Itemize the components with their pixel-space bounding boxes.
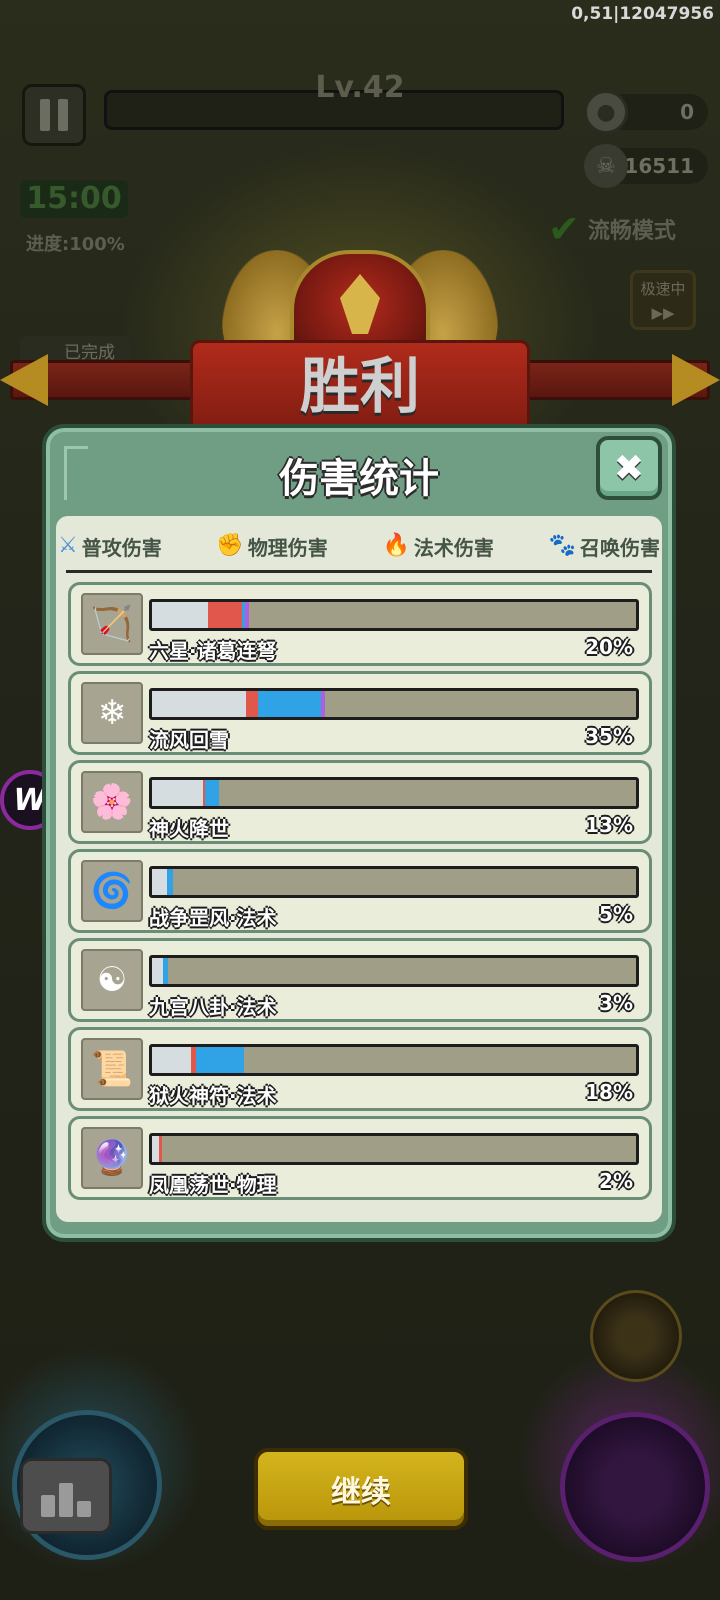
damage-row: 📜 狱火神符·法术 18% [68,1027,652,1111]
bagua-icon: ☯ [81,949,143,1011]
paw-icon: 🐾 [548,533,576,558]
whirlwind-icon: 🌀 [81,860,143,922]
damage-segment-spell [204,780,220,806]
damage-segment-spell [195,1047,244,1073]
progress-text: 进度:100% [26,234,125,255]
debug-info: 0,51|12047956 [571,4,714,24]
phoenix-icon: 🔮 [81,1127,143,1189]
damage-segment-physical [159,1136,163,1162]
damage-stats-panel: 伤害统计 ✖ ⚔ 普攻伤害 ✊ 物理伤害 🔥 法术伤害 🐾 召唤伤害 🏹 六星·… [42,424,676,1242]
victory-banner: 胜利 [190,340,530,430]
victory-title: 胜利 [300,352,420,422]
damage-bar [149,866,639,898]
item-name: 流风回雪 [149,728,229,752]
fast-forward-icon: ▶▶ [651,304,675,322]
damage-bar [149,1133,639,1165]
damage-bar [149,688,639,720]
item-name: 凤凰荡世·物理 [149,1173,277,1197]
talisman-icon: 📜 [81,1038,143,1100]
item-percent: 2% [599,1169,633,1193]
fist-icon: ✊ [216,533,244,558]
tab-normal-attack[interactable]: ⚔ 普攻伤害 [58,532,162,561]
damage-segment-light [152,869,168,895]
damage-segment-summon [245,602,250,628]
damage-row: ❄ 流风回雪 35% [68,671,652,755]
damage-segment-light [152,691,247,717]
damage-row: ☯ 九宫八卦·法术 3% [68,938,652,1022]
close-button[interactable]: ✖ [596,436,662,500]
flame-icon: 🔥 [382,533,410,558]
damage-segment-light [152,602,208,628]
hex-skill-icon [590,1290,682,1382]
item-percent: 13% [585,813,633,837]
podium-icon [41,1495,55,1517]
damage-row: 🏹 六星·诸葛连弩 20% [68,582,652,666]
tab-physical[interactable]: ✊ 物理伤害 [216,532,327,561]
kill-counter: ☠ 16511 [584,144,708,188]
damage-bar [149,599,639,631]
item-percent: 5% [599,902,633,926]
kill-value: 16511 [624,154,694,178]
smooth-mode-label: 流畅模式 [587,219,676,244]
damage-list: 🏹 六星·诸葛连弩 20% ❄ 流风回雪 35% 🌸 神火降世 13% 🌀 战争… [68,582,652,1205]
item-percent: 18% [585,1080,633,1104]
tab-summon[interactable]: 🐾 召唤伤害 [549,532,660,561]
tab-label: 物理伤害 [247,535,328,560]
item-name: 九宫八卦·法术 [149,995,277,1019]
damage-segment-spell [162,958,169,984]
damage-row: 🔮 凤凰荡世·物理 2% [68,1116,652,1200]
item-percent: 3% [599,991,633,1015]
divider [66,570,652,573]
damage-segment-physical [207,602,242,628]
coin-counter: ● 0 [584,90,708,134]
smooth-mode-toggle[interactable]: ✔ 流畅模式 [548,210,676,248]
fire-lotus-icon: 🌸 [81,771,143,833]
damage-bar [149,955,639,987]
panel-content: ⚔ 普攻伤害 ✊ 物理伤害 🔥 法术伤害 🐾 召唤伤害 🏹 六星·诸葛连弩 20… [56,516,662,1222]
skill-orb-right [560,1412,710,1562]
damage-segment-physical [246,691,259,717]
item-name: 六星·诸葛连弩 [149,639,277,663]
coin-value: 0 [680,100,694,124]
stage-timer: 15:00 [20,180,128,218]
item-percent: 20% [585,635,633,659]
damage-row: 🌸 神火降世 13% [68,760,652,844]
tab-label: 召唤伤害 [579,535,660,560]
panel-title: 伤害统计 [279,456,439,502]
tab-label: 法术伤害 [413,535,494,560]
item-name: 狱火神符·法术 [149,1084,277,1108]
sword-icon: ⚔ [58,533,78,558]
damage-bar [149,1044,639,1076]
speed-button[interactable]: 极速中 ▶▶ [630,270,696,330]
damage-segment-spell [167,869,174,895]
damage-segment-light [152,1047,191,1073]
damage-segment-light [152,1136,160,1162]
item-name: 神火降世 [149,817,229,841]
tab-label: 普攻伤害 [81,535,162,560]
check-icon: ✔ [548,207,580,251]
skull-icon: ☠ [584,144,628,188]
damage-type-legend: ⚔ 普攻伤害 ✊ 物理伤害 🔥 法术伤害 🐾 召唤伤害 [56,524,662,568]
item-percent: 35% [585,724,633,748]
tab-spell[interactable]: 🔥 法术伤害 [382,532,493,561]
damage-segment-summon [321,691,326,717]
damage-bar [149,777,639,809]
damage-segment-spell [258,691,322,717]
close-icon: ✖ [613,447,645,489]
coin-icon: ● [584,90,628,134]
ranking-button[interactable] [20,1458,112,1534]
damage-segment-light [152,780,203,806]
damage-segment-light [152,958,163,984]
continue-button[interactable]: 继续 [254,1448,468,1530]
ice-staff-icon: ❄ [81,682,143,744]
crossbow-icon: 🏹 [81,593,143,655]
speed-label: 极速中 [640,280,686,298]
item-name: 战争罡风·法术 [149,906,277,930]
damage-row: 🌀 战争罡风·法术 5% [68,849,652,933]
